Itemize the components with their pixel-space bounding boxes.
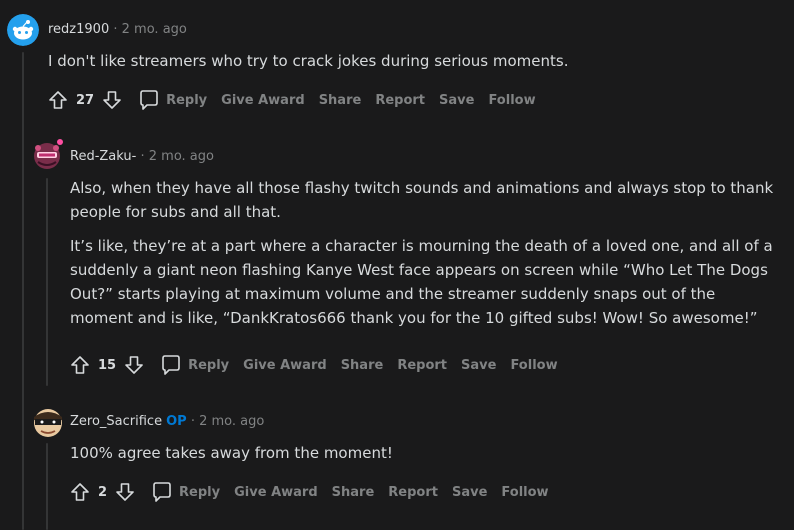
- save-label: Save: [461, 357, 497, 373]
- separator-dot: ·: [140, 149, 145, 164]
- give-award-label: Give Award: [221, 92, 305, 108]
- avatar[interactable]: [30, 138, 63, 170]
- thread-line-reply-2[interactable]: [46, 443, 48, 530]
- comment-header: redz1900 · 2 mo. ago: [48, 21, 187, 39]
- masked-face-avatar-icon: [34, 409, 62, 437]
- upvote-arrow-icon[interactable]: [68, 353, 92, 377]
- upvote-arrow-icon[interactable]: [46, 88, 70, 112]
- comment-actions: 2 Reply Give Award Share Report Save Fol…: [68, 478, 549, 506]
- comment-thread: redz1900 · 2 mo. ago I don't like stream…: [0, 0, 794, 530]
- comment-actions: 27 Reply Give Award Share Report Save Fo…: [46, 86, 536, 114]
- vote-count: 2: [98, 484, 108, 500]
- share-label: Share: [318, 92, 362, 108]
- report-label: Report: [388, 484, 438, 500]
- give-award-label: Give Award: [243, 357, 327, 373]
- avatar[interactable]: [7, 14, 39, 46]
- reply-button[interactable]: Reply: [138, 89, 207, 111]
- username[interactable]: redz1900: [48, 22, 109, 37]
- reply-button[interactable]: Reply: [151, 481, 220, 503]
- thread-line-reply[interactable]: [46, 178, 48, 386]
- comment-paragraph: I don't like streamers who try to crack …: [48, 52, 569, 70]
- vote-count: 27: [76, 92, 95, 108]
- downvote-arrow-icon[interactable]: [122, 353, 146, 377]
- username[interactable]: Red-Zaku-: [70, 149, 136, 164]
- speech-bubble-icon: [138, 89, 160, 111]
- report-button[interactable]: Report: [397, 358, 447, 373]
- report-label: Report: [375, 92, 426, 108]
- snoo-avatar-icon: [7, 14, 39, 46]
- report-button[interactable]: Report: [375, 93, 425, 108]
- comment-body: 100% agree takes away from the moment!: [70, 441, 782, 475]
- give-award-label: Give Award: [234, 484, 318, 500]
- report-label: Report: [397, 357, 448, 373]
- username[interactable]: Zero_Sacrifice: [70, 414, 162, 429]
- avatar[interactable]: [31, 405, 63, 437]
- comment-paragraph: 100% agree takes away from the moment!: [70, 444, 393, 462]
- share-label: Share: [340, 357, 384, 373]
- upvote-arrow-icon[interactable]: [68, 480, 92, 504]
- give-award-button[interactable]: Give Award: [221, 93, 305, 108]
- save-label: Save: [451, 484, 488, 500]
- reply-label: Reply: [166, 92, 208, 108]
- give-award-button[interactable]: Give Award: [243, 358, 327, 373]
- comment-header: Zero_Sacrifice OP · 2 mo. ago: [70, 413, 264, 431]
- share-button[interactable]: Share: [332, 485, 375, 500]
- save-label: Save: [439, 92, 475, 108]
- share-label: Share: [331, 484, 375, 500]
- timestamp[interactable]: 2 mo. ago: [122, 22, 187, 37]
- comment-body: I don't like streamers who try to crack …: [48, 49, 778, 83]
- share-button[interactable]: Share: [319, 93, 362, 108]
- downvote-arrow-icon[interactable]: [100, 88, 124, 112]
- downvote-arrow-icon[interactable]: [113, 480, 137, 504]
- comment-header: Red-Zaku- · 2 mo. ago: [70, 148, 214, 166]
- follow-label: Follow: [510, 357, 558, 373]
- separator-dot: ·: [113, 22, 118, 37]
- reply-label: Reply: [179, 484, 221, 500]
- separator-dot: ·: [190, 414, 195, 429]
- robot-avatar-icon: [34, 139, 63, 169]
- save-button[interactable]: Save: [452, 485, 487, 500]
- follow-label: Follow: [501, 484, 549, 500]
- give-award-button[interactable]: Give Award: [234, 485, 318, 500]
- reply-label: Reply: [188, 357, 230, 373]
- follow-label: Follow: [488, 92, 536, 108]
- speech-bubble-icon: [151, 481, 173, 503]
- thread-line-root[interactable]: [22, 52, 24, 530]
- save-button[interactable]: Save: [461, 358, 496, 373]
- follow-button[interactable]: Follow: [501, 485, 548, 500]
- comment-paragraph: Also, when they have all those flashy tw…: [70, 179, 774, 221]
- timestamp[interactable]: 2 mo. ago: [149, 149, 214, 164]
- op-badge: OP: [166, 414, 187, 429]
- comment-paragraph: It’s like, they’re at a part where a cha…: [70, 237, 773, 327]
- timestamp[interactable]: 2 mo. ago: [199, 414, 264, 429]
- follow-button[interactable]: Follow: [510, 358, 557, 373]
- share-button[interactable]: Share: [341, 358, 384, 373]
- save-button[interactable]: Save: [439, 93, 474, 108]
- comment-actions: 15 Reply Give Award Share Report Save Fo…: [68, 351, 558, 379]
- comment-body: Also, when they have all those flashy tw…: [70, 176, 782, 340]
- report-button[interactable]: Report: [388, 485, 438, 500]
- vote-count: 15: [98, 357, 117, 373]
- reply-button[interactable]: Reply: [160, 354, 229, 376]
- speech-bubble-icon: [160, 354, 182, 376]
- follow-button[interactable]: Follow: [488, 93, 535, 108]
